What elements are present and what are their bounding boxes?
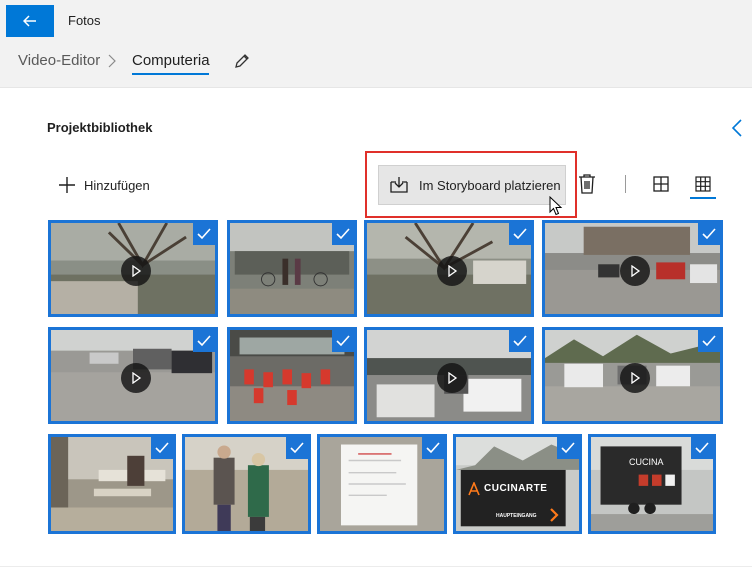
checkmark-icon xyxy=(702,228,716,240)
sign-logo-mark xyxy=(468,482,480,496)
small-grid-view-icon[interactable] xyxy=(695,176,711,192)
media-tile[interactable] xyxy=(48,434,176,534)
library-title: Projektbibliothek xyxy=(47,120,153,135)
selected-checkbox[interactable] xyxy=(193,223,215,245)
media-tile[interactable] xyxy=(364,327,534,424)
plus-icon xyxy=(59,177,75,193)
checkmark-icon xyxy=(290,442,304,454)
trailer-brand-text: CUCINA xyxy=(629,457,664,467)
annotation-highlight-box xyxy=(365,151,577,218)
breadcrumb: Video-Editor Computeria xyxy=(0,40,752,88)
selected-checkbox[interactable] xyxy=(193,330,215,352)
media-tile[interactable]: CUCINARTE HAUPTEINGANG xyxy=(453,434,582,534)
checkmark-icon xyxy=(513,228,527,240)
video-play-icon xyxy=(437,363,467,393)
selected-checkbox[interactable] xyxy=(151,437,173,459)
checkmark-icon xyxy=(513,335,527,347)
sign-caption-text: HAUPTEINGANG xyxy=(496,513,537,519)
selected-checkbox[interactable] xyxy=(698,330,720,352)
video-play-icon xyxy=(121,363,151,393)
sign-brand-text: CUCINARTE xyxy=(484,483,548,494)
panel-bottom-divider xyxy=(0,566,752,567)
media-tile[interactable] xyxy=(227,220,357,317)
rename-pencil-icon[interactable] xyxy=(233,52,251,70)
selected-checkbox[interactable] xyxy=(509,330,531,352)
video-play-icon xyxy=(620,363,650,393)
delete-trash-icon[interactable] xyxy=(578,173,596,195)
checkmark-icon xyxy=(197,335,211,347)
media-tile[interactable] xyxy=(542,220,723,317)
checkmark-icon xyxy=(695,442,709,454)
media-tile[interactable] xyxy=(317,434,447,534)
selected-checkbox[interactable] xyxy=(332,330,354,352)
large-grid-view-icon[interactable] xyxy=(653,176,669,192)
video-play-icon xyxy=(121,256,151,286)
collapse-chevron-icon[interactable] xyxy=(730,118,744,138)
add-media-label: Hinzufügen xyxy=(84,177,150,193)
checkmark-icon xyxy=(336,228,350,240)
selected-checkbox[interactable] xyxy=(691,437,713,459)
media-tile[interactable] xyxy=(364,220,534,317)
media-tile[interactable] xyxy=(48,220,218,317)
app-title: Fotos xyxy=(68,13,101,28)
toolbar-divider xyxy=(625,175,626,193)
media-tile[interactable]: CUCINA xyxy=(588,434,716,534)
selected-checkbox[interactable] xyxy=(332,223,354,245)
chevron-right-icon xyxy=(108,54,116,68)
breadcrumb-video-editor[interactable]: Video-Editor xyxy=(18,52,100,69)
media-tile[interactable] xyxy=(542,327,723,424)
breadcrumb-project-name[interactable]: Computeria xyxy=(132,52,210,69)
checkmark-icon xyxy=(426,442,440,454)
active-view-indicator xyxy=(690,197,716,199)
back-arrow-icon xyxy=(23,15,36,27)
checkmark-icon xyxy=(155,442,169,454)
media-tile[interactable] xyxy=(182,434,311,534)
checkmark-icon xyxy=(336,335,350,347)
selected-checkbox[interactable] xyxy=(698,223,720,245)
sign-arrow-icon xyxy=(550,508,559,522)
title-bar: Fotos xyxy=(0,0,752,40)
video-play-icon xyxy=(437,256,467,286)
mouse-cursor-icon xyxy=(549,196,563,216)
selected-checkbox[interactable] xyxy=(557,437,579,459)
checkmark-icon xyxy=(561,442,575,454)
video-play-icon xyxy=(620,256,650,286)
breadcrumb-current-indicator xyxy=(132,73,209,75)
back-button[interactable] xyxy=(6,5,54,37)
media-tile[interactable] xyxy=(227,327,357,424)
add-media-button[interactable]: Hinzufügen xyxy=(58,173,150,197)
checkmark-icon xyxy=(702,335,716,347)
selected-checkbox[interactable] xyxy=(286,437,308,459)
media-tile[interactable] xyxy=(48,327,218,424)
checkmark-icon xyxy=(197,228,211,240)
selected-checkbox[interactable] xyxy=(509,223,531,245)
selected-checkbox[interactable] xyxy=(422,437,444,459)
